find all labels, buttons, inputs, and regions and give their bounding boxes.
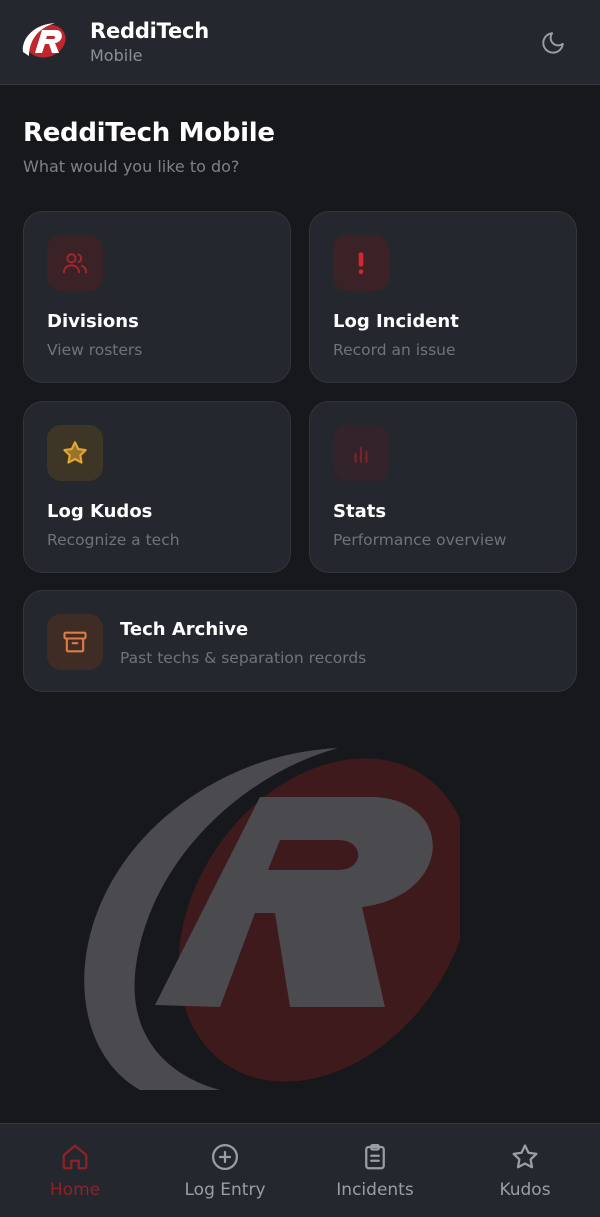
archive-box-icon xyxy=(63,631,87,653)
reddi-logo-icon xyxy=(22,23,66,58)
log-kudos-card[interactable]: Log Kudos Recognize a tech xyxy=(23,401,291,573)
log-incident-title: Log Incident xyxy=(333,311,459,332)
star-icon xyxy=(512,1144,538,1169)
nav-log-entry[interactable]: Log Entry xyxy=(150,1124,300,1217)
divisions-icon-box xyxy=(47,235,103,291)
stats-title: Stats xyxy=(333,501,387,522)
nav-home-label: Home xyxy=(49,1180,101,1200)
app-subtitle: Mobile xyxy=(90,46,143,65)
moon-icon xyxy=(542,32,564,54)
nav-log-entry-label: Log Entry xyxy=(184,1180,266,1200)
incident-icon-box xyxy=(333,235,389,291)
page-subtitle: What would you like to do? xyxy=(23,157,240,176)
log-incident-subtitle: Record an issue xyxy=(333,341,456,359)
page-title: ReddiTech Mobile xyxy=(23,118,275,148)
stats-card[interactable]: Stats Performance overview xyxy=(309,401,577,573)
watermark-logo-icon xyxy=(84,748,460,1090)
nav-kudos-label: Kudos xyxy=(499,1180,551,1200)
nav-incidents-label: Incidents xyxy=(336,1180,414,1200)
plus-circle-icon xyxy=(212,1144,238,1170)
stats-subtitle: Performance overview xyxy=(333,531,507,549)
exclamation-icon xyxy=(358,252,364,275)
clipboard-icon xyxy=(365,1144,385,1170)
home-icon xyxy=(62,1144,88,1170)
stats-icon-box xyxy=(333,425,389,481)
nav-incidents[interactable]: Incidents xyxy=(300,1124,450,1217)
log-incident-card[interactable]: Log Incident Record an issue xyxy=(309,211,577,383)
log-kudos-title: Log Kudos xyxy=(47,501,153,522)
bottom-nav: Home Log Entry Incidents Kudos xyxy=(0,1123,600,1217)
theme-toggle-button[interactable] xyxy=(538,28,568,58)
users-icon xyxy=(62,253,88,274)
divisions-subtitle: View rosters xyxy=(47,341,143,359)
nav-kudos[interactable]: Kudos xyxy=(450,1124,600,1217)
app-name: ReddiTech xyxy=(90,19,210,43)
star-icon xyxy=(63,441,87,464)
archive-icon-box xyxy=(47,614,103,670)
divisions-title: Divisions xyxy=(47,311,139,332)
tech-archive-card[interactable]: Tech Archive Past techs & separation rec… xyxy=(23,590,577,692)
tech-archive-subtitle: Past techs & separation records xyxy=(120,649,367,667)
divisions-card[interactable]: Divisions View rosters xyxy=(23,211,291,383)
tech-archive-title: Tech Archive xyxy=(120,619,249,640)
log-kudos-subtitle: Recognize a tech xyxy=(47,531,180,549)
kudos-icon-box xyxy=(47,425,103,481)
bar-chart-icon xyxy=(354,446,368,463)
nav-home[interactable]: Home xyxy=(0,1124,150,1217)
app-header: ReddiTech Mobile xyxy=(0,0,600,85)
